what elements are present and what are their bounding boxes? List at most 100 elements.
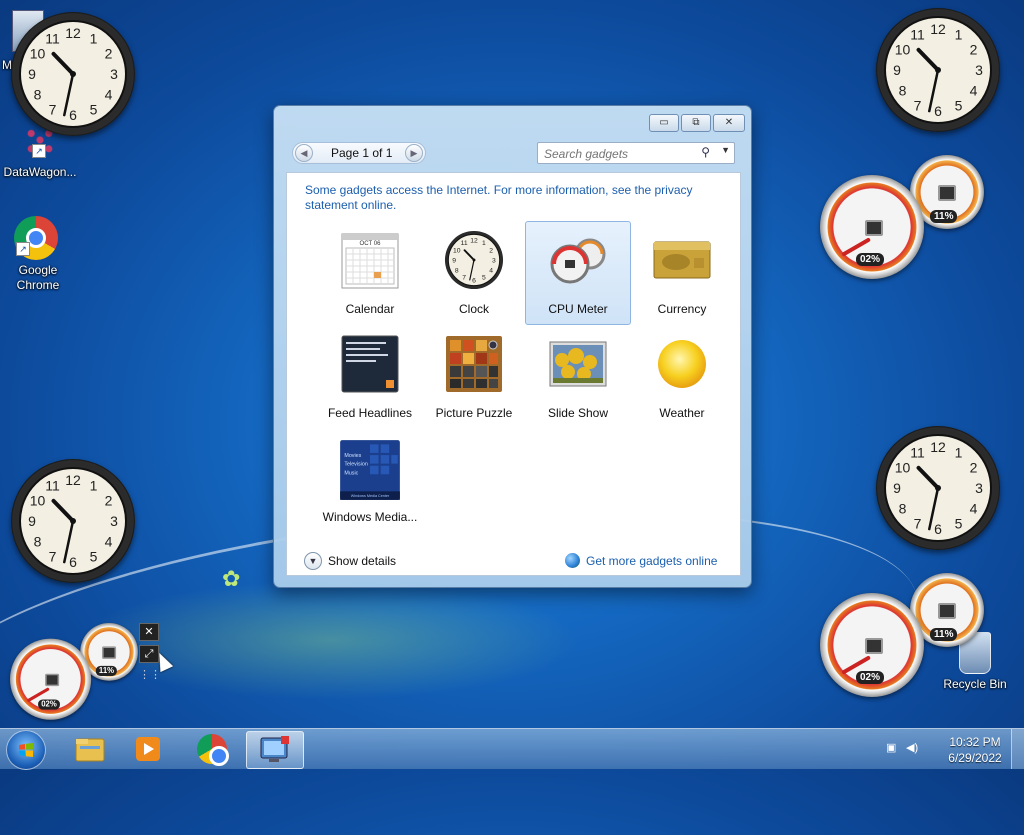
gadget-tile-windows-media[interactable]: Movies Television Music Windows Media Ce… bbox=[317, 429, 423, 533]
show-details-button[interactable]: Show details bbox=[328, 554, 396, 568]
wallpaper-leaf-icon: ✿ bbox=[222, 566, 241, 591]
svg-text:1: 1 bbox=[955, 444, 963, 460]
svg-text:10: 10 bbox=[30, 46, 46, 62]
svg-text:4: 4 bbox=[489, 267, 493, 274]
restore-button[interactable]: ⧉ bbox=[681, 114, 711, 132]
volume-icon[interactable]: ◀) bbox=[906, 741, 920, 755]
gadget-tile-picture-puzzle[interactable]: Picture Puzzle bbox=[421, 325, 527, 429]
gadget-list: Some gadgets access the Internet. For mo… bbox=[286, 172, 741, 576]
cpu-percent: 02% bbox=[38, 699, 60, 710]
svg-text:7: 7 bbox=[49, 102, 57, 118]
gadget-name: Clock bbox=[458, 302, 489, 316]
svg-text:5: 5 bbox=[955, 98, 963, 114]
calendar-month-label: OCT 06 bbox=[360, 241, 382, 247]
gadget-name: Windows Media... bbox=[322, 510, 418, 524]
svg-text:6: 6 bbox=[472, 277, 476, 284]
svg-text:8: 8 bbox=[455, 267, 459, 274]
gadget-tile-clock[interactable]: 1 2 3 4 5 6 7 8 9 10 11 12 Clock bbox=[421, 221, 527, 325]
next-page-button[interactable]: ▶ bbox=[405, 144, 423, 162]
taskbar-gadget-gallery[interactable] bbox=[246, 731, 304, 769]
memory-chip-icon bbox=[938, 185, 956, 201]
start-button[interactable] bbox=[6, 730, 46, 770]
previous-page-button[interactable]: ◀ bbox=[295, 144, 313, 162]
svg-text:12: 12 bbox=[930, 439, 946, 455]
drag-handle-icon[interactable]: ⋮⋮ bbox=[139, 667, 161, 683]
svg-text:3: 3 bbox=[975, 62, 983, 78]
taskbar-file-explorer[interactable] bbox=[62, 731, 118, 767]
get-more-gadgets-link[interactable]: Get more gadgets online bbox=[586, 554, 717, 568]
network-icon[interactable]: ▣ bbox=[886, 741, 900, 755]
svg-text:9: 9 bbox=[452, 257, 456, 264]
windows-media-icon: Movies Television Music Windows Media Ce… bbox=[340, 440, 400, 500]
gadget-tile-currency[interactable]: Currency bbox=[629, 221, 735, 325]
close-icon[interactable]: ✕ bbox=[139, 623, 159, 641]
cpu-meter-icon bbox=[550, 238, 606, 284]
svg-text:8: 8 bbox=[899, 501, 907, 517]
media-menu-movies: Movies bbox=[344, 453, 361, 459]
file-explorer-icon bbox=[75, 738, 105, 762]
media-menu-television: Television bbox=[344, 462, 367, 468]
media-player-icon bbox=[136, 737, 160, 761]
desktop-icon-chrome[interactable]: ↗ Google Chrome bbox=[0, 216, 80, 293]
svg-text:8: 8 bbox=[34, 534, 42, 550]
memory-chip-icon bbox=[102, 646, 117, 659]
taskbar-media-player[interactable] bbox=[120, 731, 176, 767]
svg-text:10: 10 bbox=[453, 248, 461, 255]
chevron-down-icon[interactable]: ▼ bbox=[304, 552, 322, 570]
taskbar-chrome[interactable] bbox=[184, 731, 240, 767]
gadget-gallery-icon bbox=[260, 736, 289, 762]
gadget-tile-slide-show[interactable]: Slide Show bbox=[525, 325, 631, 429]
date-label: 6/29/2022 bbox=[948, 751, 1002, 765]
gadget-tile-calendar[interactable]: OCT 06 Calendar bbox=[317, 221, 423, 325]
gallery-footer: ▼ Show details Get more gadgets online bbox=[290, 548, 737, 574]
svg-text:9: 9 bbox=[28, 66, 36, 82]
chevron-down-icon[interactable]: ▼ bbox=[721, 145, 730, 155]
gadget-name: Weather bbox=[659, 406, 705, 420]
svg-text:4: 4 bbox=[105, 534, 113, 550]
media-menu-music: Music bbox=[344, 470, 358, 476]
svg-text:7: 7 bbox=[462, 275, 466, 282]
windows-logo-icon bbox=[19, 743, 33, 757]
gadget-name: Feed Headlines bbox=[327, 406, 413, 420]
cpu-chip-icon bbox=[865, 638, 883, 654]
memory-percent: 11% bbox=[930, 628, 958, 641]
svg-text:9: 9 bbox=[28, 513, 36, 529]
chrome-icon bbox=[197, 734, 229, 766]
picture-puzzle-icon bbox=[446, 336, 502, 392]
clock-gadget[interactable]: 1 2 3 4 5 6 7 8 9 10 11 12 bbox=[11, 12, 135, 136]
gadget-tile-feed-headlines[interactable]: Feed Headlines bbox=[317, 325, 423, 429]
svg-text:3: 3 bbox=[110, 513, 118, 529]
search-box[interactable]: ⚲ ▼ bbox=[537, 142, 735, 164]
window-controls: ▭ ⧉ ✕ bbox=[649, 114, 745, 132]
feed-headlines-icon bbox=[341, 335, 399, 393]
close-button[interactable]: ✕ bbox=[713, 114, 745, 132]
minimize-button[interactable]: ▭ bbox=[649, 114, 679, 132]
cpu-dial: 02% bbox=[10, 638, 92, 720]
svg-text:10: 10 bbox=[895, 42, 911, 58]
clock-gadget[interactable]: 1 2 3 4 5 6 7 8 9 10 11 12 bbox=[876, 8, 1000, 132]
search-input[interactable] bbox=[542, 145, 696, 163]
gadget-tile-weather[interactable]: Weather bbox=[629, 325, 735, 429]
svg-text:5: 5 bbox=[482, 275, 486, 282]
show-desktop-button[interactable] bbox=[1011, 729, 1024, 769]
svg-text:12: 12 bbox=[930, 21, 946, 37]
svg-text:11: 11 bbox=[910, 444, 925, 460]
cpu-percent: 02% bbox=[856, 253, 885, 266]
gadget-name: Currency bbox=[657, 302, 707, 316]
svg-text:2: 2 bbox=[105, 46, 113, 62]
gadget-tile-cpu-meter[interactable]: CPU Meter bbox=[525, 221, 631, 325]
shortcut-arrow-icon: ↗ bbox=[16, 242, 30, 256]
svg-text:3: 3 bbox=[492, 257, 496, 264]
clock-gadget[interactable]: 1 2 3 4 5 6 7 8 9 10 11 12 bbox=[11, 459, 135, 583]
weather-icon bbox=[658, 340, 706, 388]
gadget-name: Calendar bbox=[345, 302, 395, 316]
svg-text:4: 4 bbox=[970, 501, 978, 517]
clock-readout[interactable]: 10:32 PM 6/29/2022 bbox=[940, 734, 1010, 766]
search-icon[interactable]: ⚲ bbox=[701, 145, 710, 159]
svg-text:6: 6 bbox=[69, 107, 77, 123]
svg-text:10: 10 bbox=[895, 460, 911, 476]
system-tray: ▣ ◀) 10:32 PM 6/29/2022 bbox=[884, 729, 1024, 769]
privacy-info-link[interactable]: Some gadgets access the Internet. For mo… bbox=[305, 183, 725, 213]
clock-gadget[interactable]: 1 2 3 4 5 6 7 8 9 10 11 12 bbox=[876, 426, 1000, 550]
calendar-icon: OCT 06 bbox=[341, 233, 399, 289]
